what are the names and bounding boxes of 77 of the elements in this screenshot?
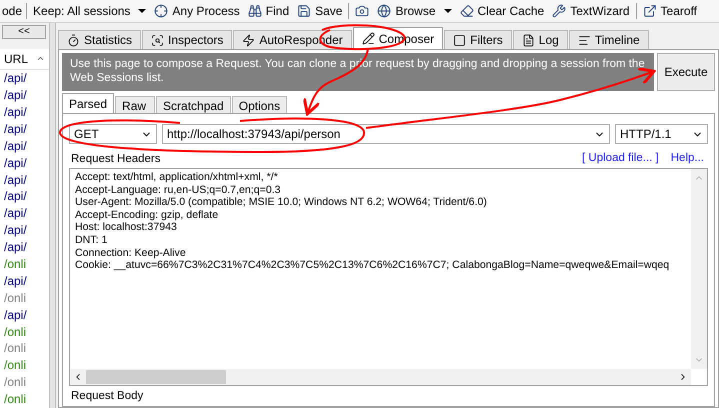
session-url[interactable]: /api/ [0,154,49,172]
pencil-icon [362,32,375,45]
session-url[interactable]: /api/ [0,205,49,222]
horizontal-scrollbar[interactable] [70,369,691,385]
session-url[interactable]: /onli [0,290,49,307]
session-url[interactable]: /api/ [0,239,49,256]
inspect-icon [151,34,164,46]
vertical-scrollbar[interactable] [691,169,707,369]
toolbar-dropdown[interactable]: Keep: All sessions [29,2,150,20]
wrench-icon [552,4,566,18]
session-url[interactable]: /api/ [0,87,49,104]
session-url[interactable]: /api/ [0,138,49,155]
toolbar-button[interactable]: Save [293,2,346,20]
session-url[interactable]: /api/ [0,272,49,290]
column-header[interactable]: URL [0,48,49,70]
tab[interactable]: Inspectors [142,30,232,49]
toolbar-button[interactable]: Any Process [150,2,244,20]
globe-icon [377,4,392,18]
scroll-thumb[interactable] [86,370,226,384]
header-line: DNT: 1 [75,234,108,247]
header-line: Accept-Language: ru,en-US;q=0.7,en;q=0.3 [75,184,281,196]
header-line: User-Agent: Mozilla/5.0 (compatible; MSIE 10.0; Windows NT 6.2; WOW64; Trident/6.0) [75,196,487,209]
session-url[interactable]: /onli [0,391,49,408]
eraser-icon [460,4,474,18]
tab[interactable]: Options [232,96,288,113]
toolbar-button[interactable]: Clear Cache [456,2,548,20]
version-select[interactable]: HTTP/1.1 [615,124,708,144]
upload-link[interactable]: [ Upload file... ] [582,150,659,167]
session-url[interactable]: /onli [0,256,49,273]
stopwatch-icon [67,34,80,46]
session-url[interactable]: /api/ [0,70,49,88]
url-field[interactable]: http://localhost:37943/api/person [162,124,610,144]
toolbar-button[interactable]: TextWizard [548,2,634,20]
save-icon [297,4,312,18]
method-select[interactable]: GET [69,124,157,144]
toolbar-label: ode [1,3,24,20]
window-icon [642,4,657,18]
toolbar-dropdown[interactable]: Browse [373,2,456,20]
header-line: Accept-Encoding: gzip, deflate [75,208,218,222]
binoculars-icon [248,4,262,18]
session-url[interactable]: /api/ [0,188,49,206]
tab[interactable]: Scratchpad [156,96,231,113]
header-line: Connection: Keep-Alive [75,246,186,260]
tab[interactable]: Statistics [58,30,142,49]
square-icon [453,34,466,46]
session-url[interactable]: /api/ [0,306,49,324]
section-label: Request Headers [70,152,160,167]
session-url[interactable]: /api/ [0,222,49,240]
session-url[interactable]: /onli [0,374,49,392]
tab[interactable]: Filters [444,30,512,49]
session-url[interactable]: /onli [0,357,49,374]
session-url[interactable]: /onli [0,324,49,340]
crosshair-icon [154,4,168,18]
section-label: Request Body [70,390,144,402]
collapse-button[interactable]: << [2,25,46,39]
toolbar-button[interactable]: Find [244,2,294,20]
session-url[interactable]: /api/ [0,172,49,188]
tab[interactable]: Timeline [568,30,649,49]
help-link[interactable]: Help... [670,150,704,167]
lightning-icon [242,34,256,46]
session-url[interactable]: /onli [0,340,49,358]
tab[interactable]: Parsed [62,93,114,113]
header-line: Accept: text/html, application/xhtml+xml, */* [75,171,278,184]
session-url[interactable]: /api/ [0,104,49,121]
lines-icon [578,34,591,46]
camera-icon [355,4,370,18]
document-icon [522,34,535,46]
toolbar-button[interactable]: Tearoff [638,2,702,20]
execute-button[interactable]: Execute [657,53,715,91]
tab[interactable]: Raw [115,96,156,113]
dropdown-arrow-icon [138,9,146,13]
headers-textarea[interactable] [69,168,708,386]
dropdown-arrow-icon [444,9,452,13]
header-line: Cookie: __atuvc=66%7C3%2C31%7C4%2C3%7C5%2C13%7C6%2C16%7C7; CalabongaBlog=Name=qweqwe&Email=wqeq [75,259,670,272]
header-line: Host: localhost:37943 [75,221,177,234]
tab[interactable]: Log [512,30,568,49]
session-url[interactable]: /api/ [0,120,49,138]
